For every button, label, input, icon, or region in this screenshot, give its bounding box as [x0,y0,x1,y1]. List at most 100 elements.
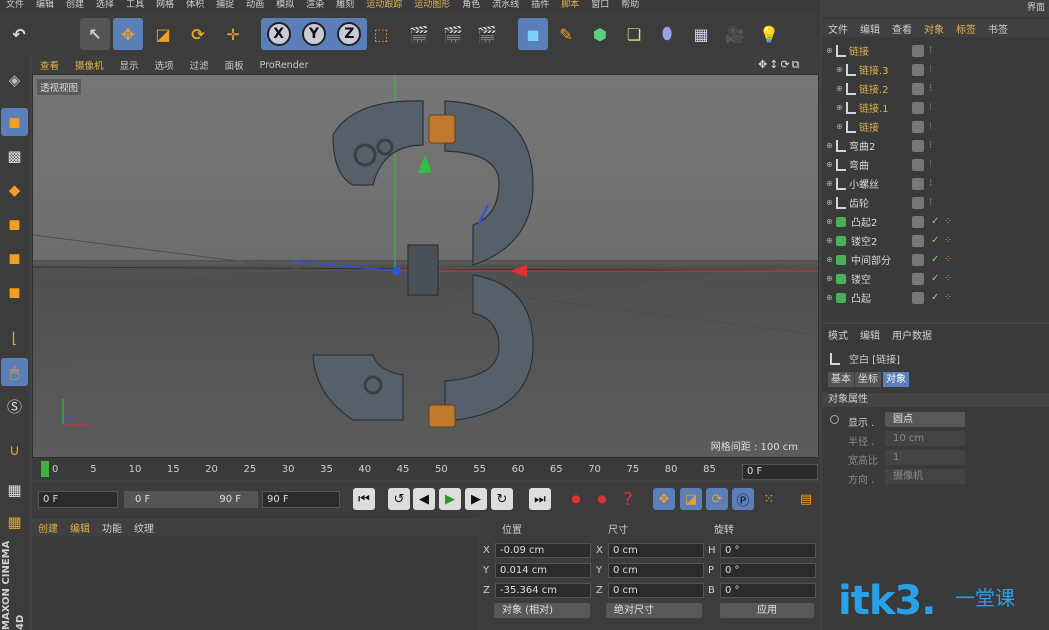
object-name[interactable]: 凸起2 [851,214,877,229]
object-menu-item-1[interactable]: 编辑 [854,21,886,36]
make-editable-icon[interactable]: ◈ [1,66,28,94]
timeline-window-icon[interactable]: ▤ [795,488,817,510]
expand-icon[interactable]: ⊕ [826,274,834,283]
visibility-toggle-icon[interactable] [912,101,924,114]
size-z-field[interactable]: 0 cm [608,583,704,598]
visibility-toggle-icon[interactable] [912,120,924,133]
light-icon[interactable]: 💡 [754,18,784,50]
visibility-toggle-icon[interactable] [912,215,924,228]
menu-item-13[interactable]: 运动图形 [408,0,456,12]
rotation-p-field[interactable]: 0 ° [720,563,816,578]
go-to-start-icon[interactable]: ⏮ [353,488,375,510]
object-row[interactable]: ⊕ 弯曲2 ⁝ [826,136,1049,155]
previous-frame-icon[interactable]: ◀ [413,488,435,510]
orientation-dropdown[interactable]: 摄像机 [885,469,965,484]
menu-item-1[interactable]: 编辑 [30,0,60,12]
position-y-field[interactable]: 0.014 cm [495,563,591,578]
next-frame-icon[interactable]: ▶ [465,488,487,510]
enabled-check-icon[interactable]: ✓ [931,273,939,284]
enabled-check-icon[interactable]: ✓ [931,235,939,246]
expand-icon[interactable]: ⊕ [826,179,834,188]
axis-mode-icon[interactable]: ⌊ [1,324,28,352]
z-axis-lock-icon[interactable]: Z [337,22,362,46]
current-frame-field[interactable]: 0 F [742,464,818,480]
object-row[interactable]: ⊕ 弯曲 ⁝ [826,155,1049,174]
object-menu-item-2[interactable]: 查看 [886,21,918,36]
object-name[interactable]: 凸起 [851,290,871,305]
position-x-field[interactable]: -0.09 cm [495,543,591,558]
object-row[interactable]: ⊕ 链接 ⁝ [826,117,1049,136]
aspect-ratio-field[interactable]: 1 [885,450,965,465]
visibility-toggle-icon[interactable] [912,177,924,190]
rotation-b-field[interactable]: 0 ° [720,583,816,598]
position-z-field[interactable]: -35.364 cm [495,583,591,598]
attribute-menu-item-1[interactable]: 编辑 [854,327,886,342]
attribute-menu-item-2[interactable]: 用户数据 [886,327,938,342]
render-view-icon[interactable]: 🎬 [404,18,434,50]
render-dots-icon[interactable]: ⁝ [929,140,932,151]
keyframe-selection-icon[interactable]: ? [617,488,639,510]
display-radio-icon[interactable] [830,415,839,424]
menu-item-0[interactable]: 文件 [0,0,30,12]
radius-field[interactable]: 10 cm [885,431,965,446]
next-key-icon[interactable]: ↻ [491,488,513,510]
expand-icon[interactable]: ⊕ [826,217,834,226]
object-row[interactable]: ⊕ 镂空 ✓ ⁘ [826,269,1049,288]
render-dots-icon[interactable]: ⁝ [929,197,932,208]
y-axis-lock-icon[interactable]: Y [301,22,326,46]
tag-icon[interactable]: ⁘ [944,235,952,246]
play-forward-icon[interactable]: ▶ [439,488,461,510]
tweak-mode-icon[interactable]: 🖱 [1,358,28,386]
workplane-mode-icon[interactable]: ◆ [1,176,28,204]
viewport-menu-item-2[interactable]: 显示 [112,58,147,72]
object-name[interactable]: 链接 [849,43,869,58]
object-row[interactable]: ⊕ 链接 ⁝ [826,41,1049,60]
x-axis-lock-icon[interactable]: X [266,22,291,46]
object-name[interactable]: 链接 [859,119,879,134]
pen-spline-icon[interactable]: ✎ [551,18,581,50]
expand-icon[interactable]: ⊕ [826,46,834,55]
object-name[interactable]: 弯曲 [849,157,869,172]
visibility-toggle-icon[interactable] [912,253,924,266]
object-row[interactable]: ⊕ 凸起2 ✓ ⁘ [826,212,1049,231]
object-menu-item-0[interactable]: 文件 [822,21,854,36]
locked-workplane-icon[interactable]: ▦ [1,508,28,536]
points-mode-icon[interactable]: ◼ [1,210,28,238]
tab-coord[interactable]: 坐标 [855,372,881,387]
expand-icon[interactable]: ⊕ [836,84,844,93]
visibility-toggle-icon[interactable] [912,63,924,76]
layout-menu[interactable]: 界面 [1027,0,1045,13]
deformer-icon[interactable]: ⬮ [652,18,682,50]
menu-item-19[interactable]: 帮助 [615,0,645,12]
menu-item-17[interactable]: 脚本 [555,0,585,12]
object-menu-item-4[interactable]: 标签 [950,21,982,36]
expand-icon[interactable]: ⊕ [826,255,834,264]
object-name[interactable]: 小螺丝 [849,176,879,191]
visibility-toggle-icon[interactable] [912,158,924,171]
expand-icon[interactable]: ⊕ [836,103,844,112]
menu-item-15[interactable]: 流水线 [486,0,525,12]
viewport-menu-item-0[interactable]: 查看 [32,58,67,72]
viewport-nav-icons[interactable]: ✥↕⟳⧉ [758,58,802,72]
apply-button[interactable]: 应用 [720,603,814,618]
render-dots-icon[interactable]: ⁝ [929,83,932,94]
menu-item-11[interactable]: 雕刻 [330,0,360,12]
object-name[interactable]: 链接.3 [859,62,889,77]
workplane-icon[interactable]: ▦ [1,476,28,504]
end-frame-field[interactable]: 90 F [262,491,340,508]
key-position-icon[interactable]: ✥ [653,488,675,510]
preview-range-slider[interactable]: 0 F 90 F [124,491,258,508]
menu-item-8[interactable]: 动画 [240,0,270,12]
object-name[interactable]: 镂空2 [851,233,877,248]
live-select-icon[interactable]: ✛ [218,18,248,50]
viewport-menu-item-4[interactable]: 过滤 [182,58,217,72]
expand-icon[interactable]: ⊕ [836,122,844,131]
expand-icon[interactable]: ⊕ [826,236,834,245]
select-tool-icon[interactable]: ↖ [80,18,110,50]
display-dropdown[interactable]: 圆点 [885,412,965,427]
menu-item-16[interactable]: 插件 [525,0,555,12]
expand-icon[interactable]: ⊕ [826,160,834,169]
object-row[interactable]: ⊕ 小螺丝 ⁝ [826,174,1049,193]
object-menu-item-3[interactable]: 对象 [918,21,950,36]
visibility-toggle-icon[interactable] [912,196,924,209]
